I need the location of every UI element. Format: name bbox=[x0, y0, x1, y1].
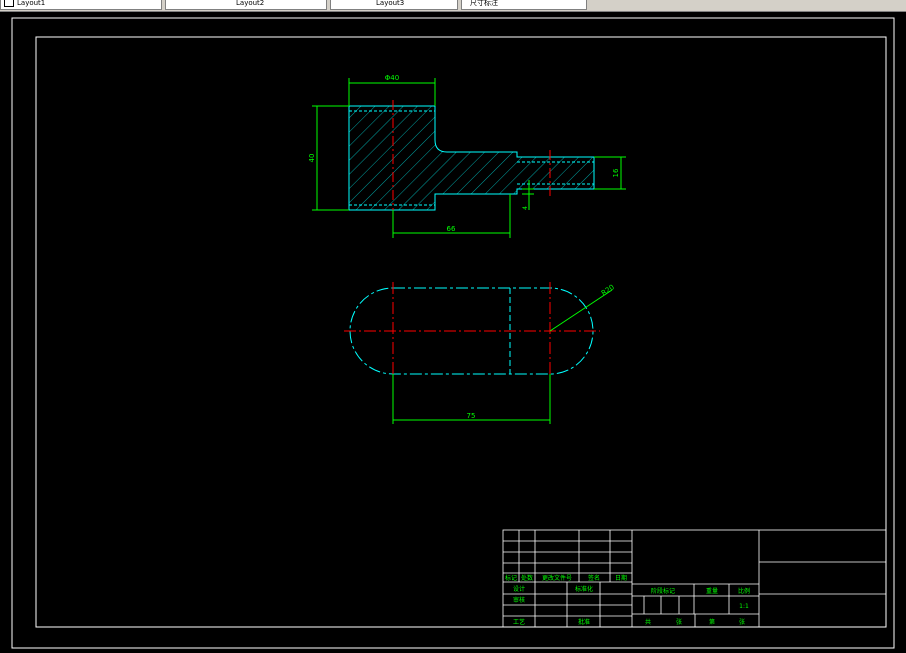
stage-mark-label: 阶段标记 bbox=[651, 587, 675, 595]
dim-length-label: 75 bbox=[467, 412, 476, 420]
dim-radius-label: R20 bbox=[600, 283, 616, 297]
scale-value: 1:1 bbox=[739, 603, 749, 610]
dim-small-gap-label: 4 bbox=[522, 206, 529, 210]
dim-top-width bbox=[348, 78, 436, 106]
drawing-frame bbox=[35, 36, 887, 628]
sheets-unit: 张 bbox=[676, 618, 682, 626]
approve-label: 批准 bbox=[578, 618, 590, 626]
sheet-no-unit: 张 bbox=[739, 618, 745, 626]
standardize-label: 标准化 bbox=[575, 585, 593, 593]
document-icon bbox=[4, 0, 14, 7]
weight-label: 重量 bbox=[706, 587, 718, 595]
tab-layout3[interactable]: Layout3 bbox=[330, 0, 458, 10]
rev-header-sign: 签名 bbox=[588, 574, 600, 582]
rev-header-mark: 标记 bbox=[505, 574, 517, 582]
front-view-section: Φ40 40 16 66 4 bbox=[308, 74, 626, 238]
scale-label: 比例 bbox=[738, 587, 750, 595]
drawing-canvas[interactable]: Φ40 40 16 66 4 R20 75 标记 处数 更改文件号 签名 日期 … bbox=[0, 12, 906, 653]
dim-offset-label: 66 bbox=[447, 225, 456, 233]
tab-layout1[interactable]: Layout1 bbox=[0, 0, 162, 10]
tab-layout2-label: Layout2 bbox=[236, 0, 265, 7]
rev-header-count: 处数 bbox=[521, 574, 533, 582]
dim-top-width-label: Φ40 bbox=[385, 74, 399, 82]
tab-annotation[interactable]: 尺寸标注 bbox=[461, 0, 587, 10]
process-label: 工艺 bbox=[513, 618, 525, 626]
tab-annotation-label: 尺寸标注 bbox=[470, 0, 498, 7]
dim-height bbox=[312, 105, 349, 211]
rev-header-date: 日期 bbox=[615, 574, 627, 582]
outer-sheet-border bbox=[11, 17, 895, 649]
top-view: R20 75 bbox=[344, 282, 616, 424]
layout-tab-bar: Layout1 Layout2 Layout3 尺寸标注 bbox=[0, 0, 906, 12]
tab-layout1-label: Layout1 bbox=[17, 0, 46, 7]
rev-header-file: 更改文件号 bbox=[542, 574, 572, 582]
part-section-hatch bbox=[348, 105, 595, 211]
tab-layout3-label: Layout3 bbox=[376, 0, 405, 7]
tab-layout2[interactable]: Layout2 bbox=[165, 0, 327, 10]
dim-height-label: 40 bbox=[308, 154, 316, 163]
dim-shaft-label: 16 bbox=[612, 168, 620, 177]
sheets-label: 共 bbox=[645, 618, 651, 626]
design-label: 设计 bbox=[513, 585, 525, 593]
dim-shaft bbox=[594, 156, 626, 190]
sheet-no-label: 第 bbox=[709, 618, 715, 626]
check-label: 审核 bbox=[513, 596, 525, 604]
